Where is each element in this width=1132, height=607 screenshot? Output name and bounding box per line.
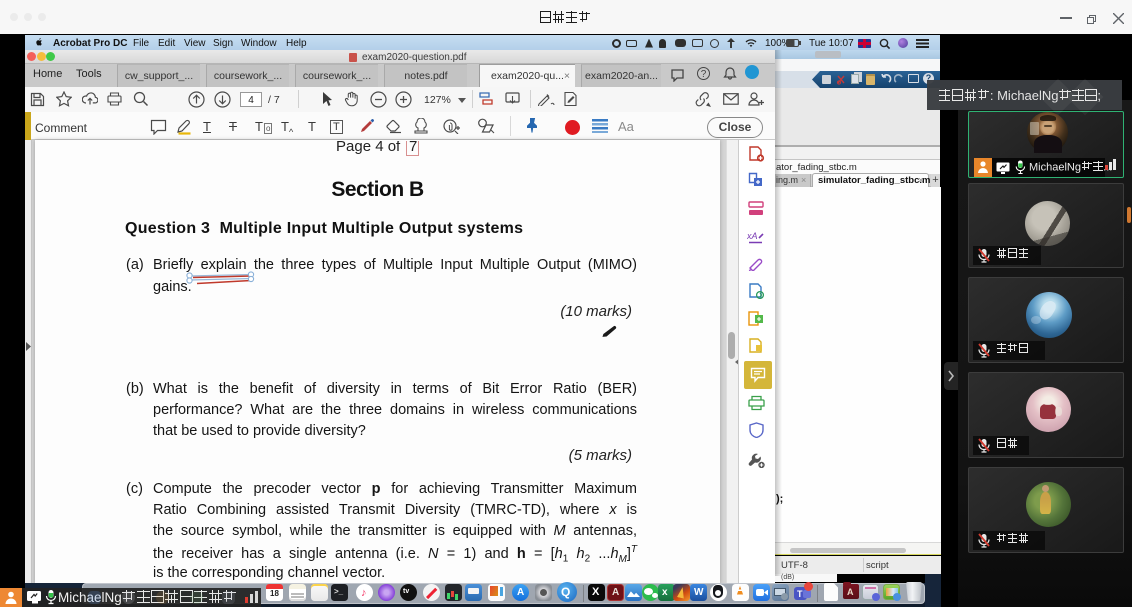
svg-text:xA: xA bbox=[747, 231, 758, 241]
